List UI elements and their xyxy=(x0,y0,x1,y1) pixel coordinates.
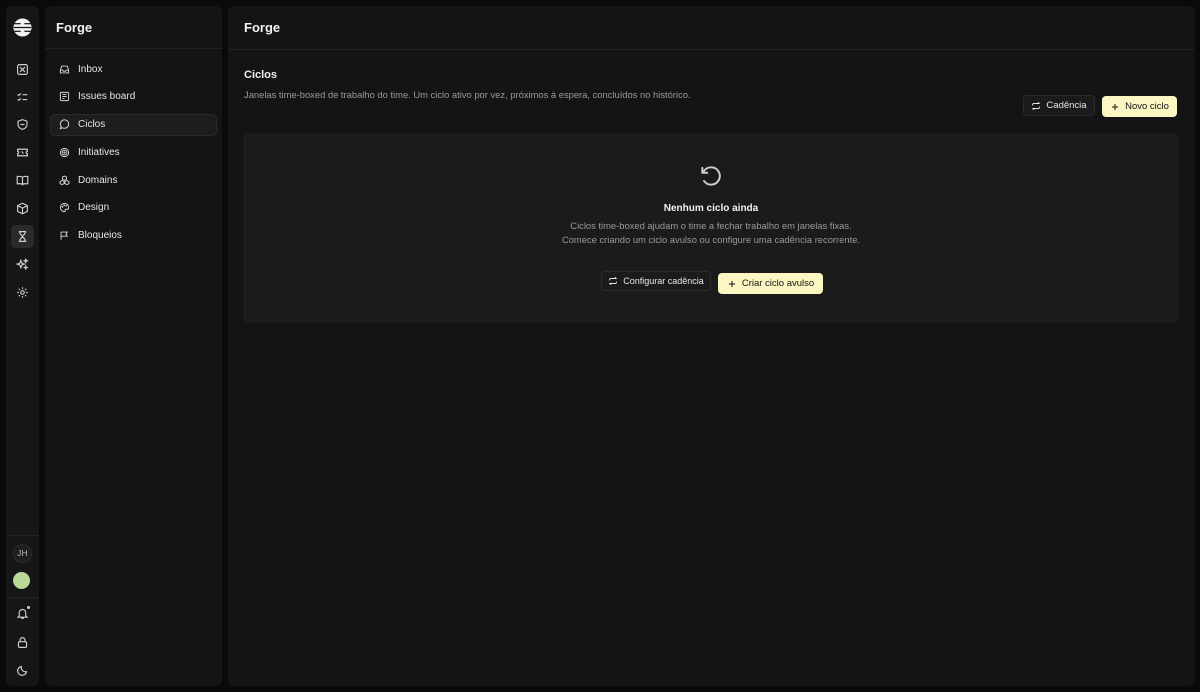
ticket-icon[interactable] xyxy=(11,141,34,164)
workspace-title[interactable]: Forge xyxy=(56,20,92,35)
sidebar-item-label: Initiatives xyxy=(78,146,120,158)
rail-divider xyxy=(6,535,39,536)
shield-icon[interactable] xyxy=(11,113,34,136)
app-root: JH Forge Inbox Issues board Ciclos Initi… xyxy=(0,0,1200,692)
target-icon xyxy=(59,147,70,158)
moon-icon[interactable] xyxy=(11,659,34,682)
nav-sidebar: Forge Inbox Issues board Ciclos Initiati… xyxy=(45,6,222,686)
inbox-x-icon[interactable] xyxy=(11,58,34,81)
box-icon[interactable] xyxy=(11,197,34,220)
avatar[interactable] xyxy=(13,572,30,589)
sidebar-item-label: Domains xyxy=(78,174,118,186)
inbox-icon xyxy=(59,64,70,75)
create-single-cycle-button[interactable]: Criar ciclo avulso xyxy=(718,273,823,294)
notification-dot xyxy=(26,605,31,610)
rail-divider xyxy=(6,597,39,598)
book-open-icon[interactable] xyxy=(11,169,34,192)
boxes-icon xyxy=(59,175,70,186)
sparkles-icon[interactable] xyxy=(11,253,34,276)
repeat-icon xyxy=(1031,101,1041,111)
sidebar-item-initiatives[interactable]: Initiatives xyxy=(50,141,217,163)
main-panel: Forge Ciclos Janelas time-boxed de traba… xyxy=(228,6,1195,686)
empty-state-title: Nenhum ciclo ainda xyxy=(663,203,759,214)
sidebar-item-domains[interactable]: Domains xyxy=(50,169,217,191)
cadence-button-label: Cadência xyxy=(1046,100,1087,111)
gear-icon[interactable] xyxy=(11,281,34,304)
sidebar-item-label: Design xyxy=(78,202,110,214)
flag-icon xyxy=(59,230,70,241)
create-single-cycle-label: Criar ciclo avulso xyxy=(741,278,815,289)
sidebar-item-label: Bloqueios xyxy=(78,230,122,242)
sidebar-item-design[interactable]: Design xyxy=(50,197,217,219)
board-icon xyxy=(59,91,70,102)
empty-state-description: Ciclos time-boxed ajudam o time a fechar… xyxy=(561,220,861,245)
sidebar-nav: Inbox Issues board Ciclos Initiatives Do… xyxy=(45,49,222,247)
icon-rail: JH xyxy=(6,6,39,686)
page-title: Forge xyxy=(244,20,281,35)
empty-state: Nenhum ciclo ainda Ciclos time-boxed aju… xyxy=(244,134,1178,322)
configure-cadence-label: Configurar cadência xyxy=(623,276,704,286)
app-logo-icon[interactable] xyxy=(13,18,32,37)
main-header: Forge xyxy=(228,6,1195,50)
list-checks-icon[interactable] xyxy=(11,86,34,109)
configure-cadence-button[interactable]: Configurar cadência xyxy=(601,271,711,291)
repeat-icon xyxy=(608,276,618,286)
sidebar-item-label: Issues board xyxy=(78,91,136,103)
user-initials-badge[interactable]: JH xyxy=(13,544,32,563)
sidebar-item-ciclos[interactable]: Ciclos xyxy=(50,113,217,136)
new-cycle-button-label: Novo ciclo xyxy=(1125,101,1169,112)
section-title: Ciclos xyxy=(244,69,278,81)
lock-icon[interactable] xyxy=(11,631,34,654)
rotate-ccw-icon xyxy=(698,163,724,189)
new-cycle-button[interactable]: Novo ciclo xyxy=(1102,96,1177,117)
section-description: Janelas time-boxed de trabalho do time. … xyxy=(244,89,691,100)
sidebar-item-bloqueios[interactable]: Bloqueios xyxy=(50,225,217,247)
plus-icon xyxy=(727,279,737,289)
sidebar-item-issues-board[interactable]: Issues board xyxy=(50,86,217,108)
hourglass-icon[interactable] xyxy=(11,225,34,248)
sidebar-item-label: Inbox xyxy=(78,63,103,75)
plus-icon xyxy=(1110,102,1120,112)
sidebar-item-label: Ciclos xyxy=(78,119,106,131)
cadence-button[interactable]: Cadência xyxy=(1023,95,1095,116)
palette-icon xyxy=(59,202,70,213)
sidebar-item-inbox[interactable]: Inbox xyxy=(50,58,217,80)
message-circle-icon xyxy=(59,119,70,130)
bell-icon[interactable] xyxy=(11,602,34,625)
sidebar-header: Forge xyxy=(45,6,222,49)
